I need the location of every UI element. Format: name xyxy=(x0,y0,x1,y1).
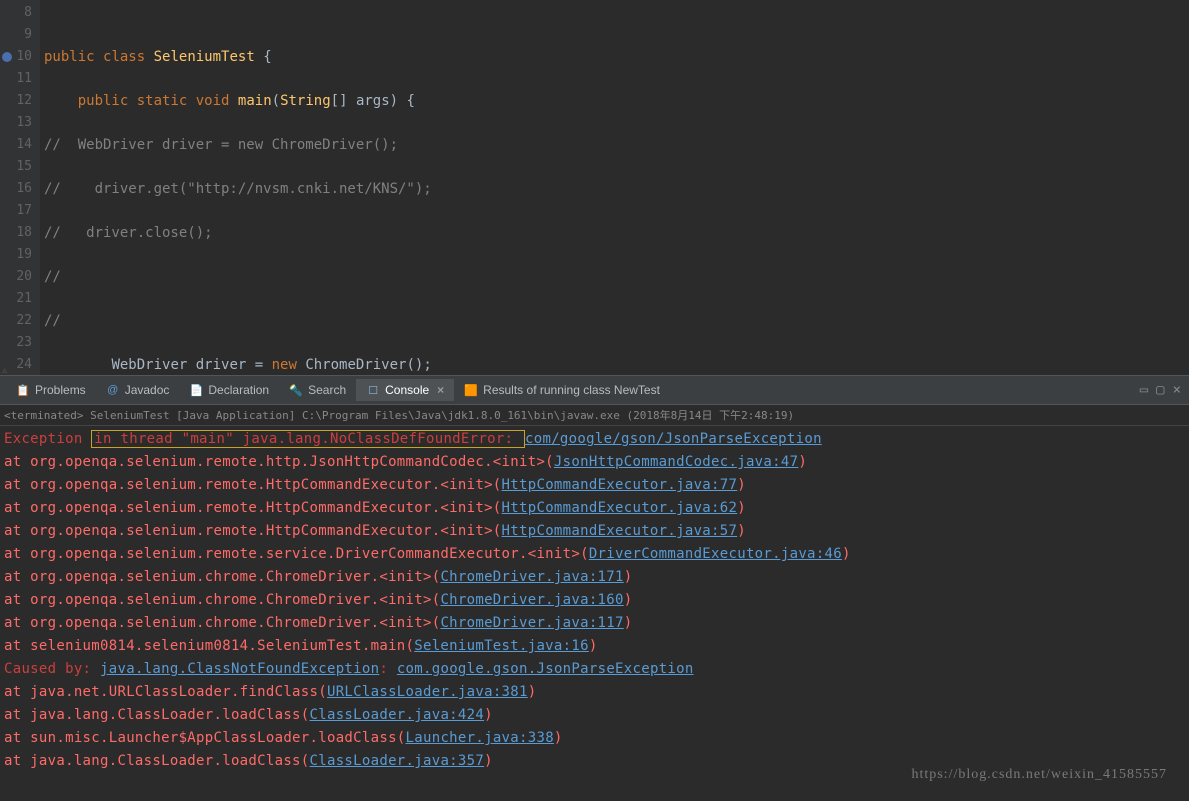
view-controls: ▭ ▢ × xyxy=(1140,382,1189,398)
views-tabbar: 📋Problems @Javadoc 📄Declaration 🔦Search … xyxy=(0,375,1189,405)
exception-link[interactable]: java.lang.ClassNotFoundException xyxy=(100,661,379,677)
stack-link[interactable]: HttpCommandExecutor.java:77 xyxy=(502,477,738,493)
watermark: https://blog.csdn.net/weixin_41585557 xyxy=(911,767,1167,783)
gutter-num: 9 xyxy=(0,24,32,46)
stack-link[interactable]: SeleniumTest.java:16 xyxy=(414,638,589,654)
console-icon: ☐ xyxy=(366,383,380,397)
gutter-num: 14 xyxy=(0,134,32,156)
exception-link[interactable]: com/google/gson/JsonParseException xyxy=(525,431,822,447)
gutter-num: 12 xyxy=(0,90,32,112)
gutter-num: 23 xyxy=(0,332,32,354)
close-view-icon[interactable]: × xyxy=(1173,382,1181,398)
gutter-num: 8 xyxy=(0,2,32,24)
gutter-num: 13 xyxy=(0,112,32,134)
gutter-num: 17 xyxy=(0,200,32,222)
code-area[interactable]: public class SeleniumTest { public stati… xyxy=(40,0,550,375)
gutter-num: 15 xyxy=(0,156,32,178)
gutter-num: ⚠24 xyxy=(0,354,32,375)
gutter-num: 16 xyxy=(0,178,32,200)
gutter-num: 11 xyxy=(0,68,32,90)
tab-javadoc[interactable]: @ Javadoc xyxy=(96,379,180,401)
gutter-num: 22 xyxy=(0,310,32,332)
exception-link[interactable]: com.google.gson.JsonParseException xyxy=(397,661,694,677)
gutter-num: 21 xyxy=(0,288,32,310)
close-icon[interactable]: × xyxy=(437,383,444,397)
tab-console[interactable]: ☐ Console × xyxy=(356,379,454,401)
editor-pane: 8 9 10 11 12 13 14 15 16 17 18 19 20 21 … xyxy=(0,0,1189,375)
console-output[interactable]: Exception in thread "main" java.lang.NoC… xyxy=(0,426,1189,775)
stack-link[interactable]: JsonHttpCommandCodec.java:47 xyxy=(554,454,798,470)
tab-label: Results of running class NewTest xyxy=(483,383,660,397)
gutter-num: 20 xyxy=(0,266,32,288)
stack-link[interactable]: ClassLoader.java:357 xyxy=(310,753,485,769)
tab-label: Declaration xyxy=(208,383,269,397)
search-icon: 🔦 xyxy=(289,383,303,397)
problems-icon: 📋 xyxy=(16,383,30,397)
tab-label: Javadoc xyxy=(125,383,170,397)
stack-link[interactable]: HttpCommandExecutor.java:57 xyxy=(502,523,738,539)
stack-link[interactable]: ClassLoader.java:424 xyxy=(310,707,485,723)
stack-link[interactable]: ChromeDriver.java:117 xyxy=(440,615,623,631)
tab-results[interactable]: 🟧 Results of running class NewTest xyxy=(454,379,670,401)
tab-label: Problems xyxy=(35,383,86,397)
tab-problems[interactable]: 📋 Problems xyxy=(6,379,96,401)
stack-link[interactable]: DriverCommandExecutor.java:46 xyxy=(589,546,842,562)
javadoc-icon: @ xyxy=(106,383,120,397)
tab-declaration[interactable]: 📄 Declaration xyxy=(179,379,279,401)
stack-link[interactable]: ChromeDriver.java:160 xyxy=(440,592,623,608)
console-header: <terminated> SeleniumTest [Java Applicat… xyxy=(0,405,1189,426)
stack-link[interactable]: Launcher.java:338 xyxy=(406,730,554,746)
gutter: 8 9 10 11 12 13 14 15 16 17 18 19 20 21 … xyxy=(0,0,40,375)
warning-icon: ⚠ xyxy=(2,360,7,375)
results-icon: 🟧 xyxy=(464,383,478,397)
gutter-num[interactable]: 10 xyxy=(0,46,32,68)
tab-label: Console xyxy=(385,383,429,397)
declaration-icon: 📄 xyxy=(189,383,203,397)
tab-label: Search xyxy=(308,383,346,397)
gutter-num: 18 xyxy=(0,222,32,244)
gutter-num: 19 xyxy=(0,244,32,266)
stack-link[interactable]: HttpCommandExecutor.java:62 xyxy=(502,500,738,516)
tab-search[interactable]: 🔦 Search xyxy=(279,379,356,401)
stack-link[interactable]: ChromeDriver.java:171 xyxy=(440,569,623,585)
stack-link[interactable]: URLClassLoader.java:381 xyxy=(327,684,528,700)
breakpoint-icon[interactable] xyxy=(2,52,12,62)
minimize-icon[interactable]: ▭ xyxy=(1140,382,1148,398)
maximize-icon[interactable]: ▢ xyxy=(1156,382,1164,398)
